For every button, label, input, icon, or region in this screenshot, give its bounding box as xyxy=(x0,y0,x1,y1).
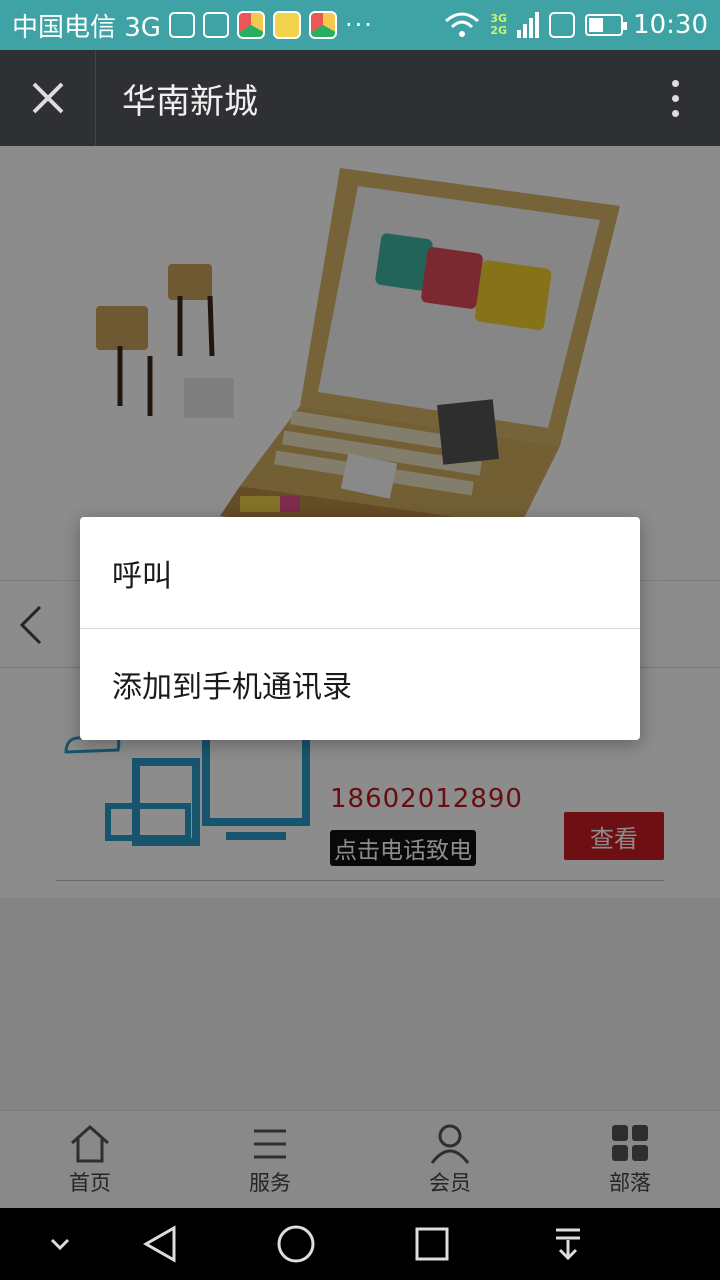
system-home-button[interactable] xyxy=(274,1222,318,1266)
system-back-button[interactable] xyxy=(138,1222,182,1266)
home-circle-icon xyxy=(277,1225,315,1263)
network-bottom: 2G xyxy=(490,24,508,37)
battery-icon xyxy=(585,14,628,36)
carrier-label: 中国电信 3G xyxy=(12,12,161,43)
system-recents-button[interactable] xyxy=(410,1222,454,1266)
close-icon xyxy=(32,82,63,114)
dialog-call-option[interactable]: 呼叫 xyxy=(80,517,640,628)
system-navigation-bar xyxy=(0,1208,720,1280)
more-options-button[interactable] xyxy=(630,50,720,146)
sim-icon xyxy=(549,12,576,38)
more-vert-icon xyxy=(671,79,679,87)
signal-icon xyxy=(517,12,540,38)
phone-action-dialog: 呼叫 添加到手机通讯录 xyxy=(80,517,640,740)
more-notifications: ··· xyxy=(344,11,374,39)
pull-down-icon xyxy=(556,1228,580,1261)
back-triangle-icon xyxy=(142,1225,176,1263)
wifi-icon xyxy=(445,12,480,37)
notification-pull-button[interactable] xyxy=(546,1222,590,1266)
status-bar: 中国电信 3G ··· 3G 2G 10:30 xyxy=(0,0,720,50)
dialog-add-contact-option[interactable]: 添加到手机通讯录 xyxy=(80,628,640,739)
close-button[interactable] xyxy=(0,50,96,146)
browser-icon xyxy=(236,11,265,39)
image-icon xyxy=(202,12,229,38)
recents-square-icon xyxy=(415,1227,449,1261)
camera-app-icon xyxy=(272,11,301,39)
clock: 10:30 xyxy=(633,10,708,40)
title-bar: 华南新城 xyxy=(0,50,720,146)
status-right: 3G 2G 10:30 xyxy=(444,10,708,40)
usb-icon xyxy=(168,12,195,38)
browser-icon xyxy=(308,11,337,39)
network-type: 3G 2G xyxy=(490,13,507,37)
chevron-down-icon xyxy=(50,1238,70,1251)
status-left: 中国电信 3G ··· xyxy=(12,7,374,44)
page-title: 华南新城 xyxy=(122,81,258,122)
hide-nav-button[interactable] xyxy=(38,1222,82,1266)
